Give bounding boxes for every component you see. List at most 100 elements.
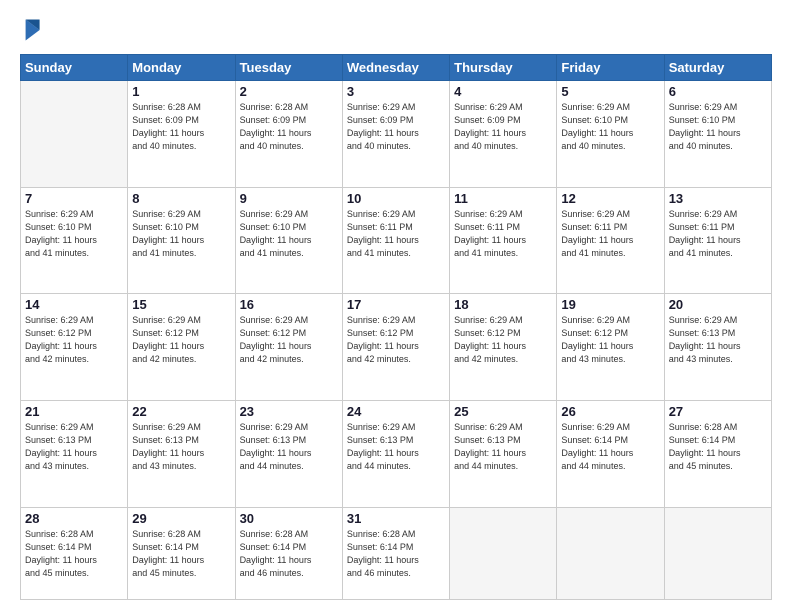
calendar-week-row: 7 Sunrise: 6:29 AMSunset: 6:10 PMDaylight… [21, 187, 772, 294]
day-number: 9 [240, 191, 338, 206]
calendar-cell: 25Sunrise: 6:29 AMSunset: 6:13 PMDayligh… [450, 400, 557, 507]
day-number: 5 [561, 84, 659, 99]
calendar-cell: 1 Sunrise: 6:28 AMSunset: 6:09 PMDaylight… [128, 81, 235, 188]
day-info: Sunrise: 6:29 AMSunset: 6:10 PMDaylight:… [25, 208, 123, 260]
day-number: 1 [132, 84, 230, 99]
calendar-cell: 27Sunrise: 6:28 AMSunset: 6:14 PMDayligh… [664, 400, 771, 507]
day-number: 19 [561, 297, 659, 312]
calendar-body: 1 Sunrise: 6:28 AMSunset: 6:09 PMDaylight… [21, 81, 772, 600]
day-info: Sunrise: 6:29 AMSunset: 6:12 PMDaylight:… [25, 314, 123, 366]
day-number: 17 [347, 297, 445, 312]
calendar-cell: 14 Sunrise: 6:29 AMSunset: 6:12 PMDayligh… [21, 294, 128, 401]
day-number: 26 [561, 404, 659, 419]
day-number: 12 [561, 191, 659, 206]
header [20, 16, 772, 44]
calendar-cell: 7 Sunrise: 6:29 AMSunset: 6:10 PMDaylight… [21, 187, 128, 294]
calendar-cell: 15 Sunrise: 6:29 AMSunset: 6:12 PMDayligh… [128, 294, 235, 401]
day-info: Sunrise: 6:29 AMSunset: 6:10 PMDaylight:… [669, 101, 767, 153]
calendar-cell: 9 Sunrise: 6:29 AMSunset: 6:10 PMDaylight… [235, 187, 342, 294]
calendar-cell: 22Sunrise: 6:29 AMSunset: 6:13 PMDayligh… [128, 400, 235, 507]
day-info: Sunrise: 6:28 AMSunset: 6:14 PMDaylight:… [132, 528, 230, 580]
day-info: Sunrise: 6:29 AMSunset: 6:11 PMDaylight:… [454, 208, 552, 260]
day-info: Sunrise: 6:29 AMSunset: 6:13 PMDaylight:… [132, 421, 230, 473]
day-info: Sunrise: 6:29 AMSunset: 6:11 PMDaylight:… [669, 208, 767, 260]
calendar-cell: 28 Sunrise: 6:28 AMSunset: 6:14 PMDayligh… [21, 507, 128, 599]
day-info: Sunrise: 6:28 AMSunset: 6:14 PMDaylight:… [25, 528, 123, 580]
day-number: 14 [25, 297, 123, 312]
day-number: 2 [240, 84, 338, 99]
day-info: Sunrise: 6:29 AMSunset: 6:12 PMDaylight:… [347, 314, 445, 366]
day-number: 30 [240, 511, 338, 526]
day-info: Sunrise: 6:29 AMSunset: 6:10 PMDaylight:… [240, 208, 338, 260]
day-header: Wednesday [342, 55, 449, 81]
day-info: Sunrise: 6:28 AMSunset: 6:14 PMDaylight:… [669, 421, 767, 473]
calendar-week-row: 1 Sunrise: 6:28 AMSunset: 6:09 PMDaylight… [21, 81, 772, 188]
day-header: Thursday [450, 55, 557, 81]
calendar-cell: 5Sunrise: 6:29 AMSunset: 6:10 PMDaylight… [557, 81, 664, 188]
calendar-cell: 21 Sunrise: 6:29 AMSunset: 6:13 PMDayligh… [21, 400, 128, 507]
calendar-cell [21, 81, 128, 188]
day-info: Sunrise: 6:29 AMSunset: 6:13 PMDaylight:… [669, 314, 767, 366]
day-info: Sunrise: 6:29 AMSunset: 6:10 PMDaylight:… [132, 208, 230, 260]
calendar-cell: 17 Sunrise: 6:29 AMSunset: 6:12 PMDayligh… [342, 294, 449, 401]
calendar-cell: 6 Sunrise: 6:29 AMSunset: 6:10 PMDaylight… [664, 81, 771, 188]
day-info: Sunrise: 6:28 AMSunset: 6:09 PMDaylight:… [240, 101, 338, 153]
day-number: 21 [25, 404, 123, 419]
day-info: Sunrise: 6:29 AMSunset: 6:13 PMDaylight:… [25, 421, 123, 473]
day-header: Saturday [664, 55, 771, 81]
logo-icon [20, 16, 48, 44]
day-number: 8 [132, 191, 230, 206]
calendar-cell: 30 Sunrise: 6:28 AMSunset: 6:14 PMDayligh… [235, 507, 342, 599]
day-header: Monday [128, 55, 235, 81]
page: SundayMondayTuesdayWednesdayThursdayFrid… [0, 0, 792, 612]
day-number: 4 [454, 84, 552, 99]
day-info: Sunrise: 6:29 AMSunset: 6:12 PMDaylight:… [132, 314, 230, 366]
calendar-week-row: 21 Sunrise: 6:29 AMSunset: 6:13 PMDayligh… [21, 400, 772, 507]
day-info: Sunrise: 6:29 AMSunset: 6:09 PMDaylight:… [347, 101, 445, 153]
day-info: Sunrise: 6:29 AMSunset: 6:12 PMDaylight:… [454, 314, 552, 366]
day-info: Sunrise: 6:29 AMSunset: 6:13 PMDaylight:… [240, 421, 338, 473]
calendar-cell: 12 Sunrise: 6:29 AMSunset: 6:11 PMDayligh… [557, 187, 664, 294]
calendar-cell: 20 Sunrise: 6:29 AMSunset: 6:13 PMDayligh… [664, 294, 771, 401]
day-info: Sunrise: 6:29 AMSunset: 6:11 PMDaylight:… [561, 208, 659, 260]
calendar-cell: 19 Sunrise: 6:29 AMSunset: 6:12 PMDayligh… [557, 294, 664, 401]
day-number: 6 [669, 84, 767, 99]
calendar-cell: 23Sunrise: 6:29 AMSunset: 6:13 PMDayligh… [235, 400, 342, 507]
day-number: 20 [669, 297, 767, 312]
day-info: Sunrise: 6:29 AMSunset: 6:12 PMDaylight:… [561, 314, 659, 366]
calendar: SundayMondayTuesdayWednesdayThursdayFrid… [20, 54, 772, 600]
day-info: Sunrise: 6:28 AMSunset: 6:14 PMDaylight:… [240, 528, 338, 580]
day-number: 11 [454, 191, 552, 206]
day-info: Sunrise: 6:29 AMSunset: 6:13 PMDaylight:… [454, 421, 552, 473]
calendar-header-row: SundayMondayTuesdayWednesdayThursdayFrid… [21, 55, 772, 81]
day-info: Sunrise: 6:28 AMSunset: 6:09 PMDaylight:… [132, 101, 230, 153]
day-info: Sunrise: 6:29 AMSunset: 6:13 PMDaylight:… [347, 421, 445, 473]
day-number: 29 [132, 511, 230, 526]
day-number: 28 [25, 511, 123, 526]
calendar-cell: 18 Sunrise: 6:29 AMSunset: 6:12 PMDayligh… [450, 294, 557, 401]
day-number: 13 [669, 191, 767, 206]
calendar-cell [450, 507, 557, 599]
day-number: 16 [240, 297, 338, 312]
day-number: 7 [25, 191, 123, 206]
day-number: 31 [347, 511, 445, 526]
calendar-cell: 4 Sunrise: 6:29 AMSunset: 6:09 PMDaylight… [450, 81, 557, 188]
calendar-cell: 2 Sunrise: 6:28 AMSunset: 6:09 PMDaylight… [235, 81, 342, 188]
day-number: 18 [454, 297, 552, 312]
day-info: Sunrise: 6:29 AMSunset: 6:09 PMDaylight:… [454, 101, 552, 153]
calendar-cell [664, 507, 771, 599]
calendar-cell: 13 Sunrise: 6:29 AMSunset: 6:11 PMDayligh… [664, 187, 771, 294]
calendar-cell: 31Sunrise: 6:28 AMSunset: 6:14 PMDayligh… [342, 507, 449, 599]
day-number: 10 [347, 191, 445, 206]
day-number: 3 [347, 84, 445, 99]
calendar-cell: 10Sunrise: 6:29 AMSunset: 6:11 PMDayligh… [342, 187, 449, 294]
day-info: Sunrise: 6:29 AMSunset: 6:12 PMDaylight:… [240, 314, 338, 366]
calendar-cell: 24Sunrise: 6:29 AMSunset: 6:13 PMDayligh… [342, 400, 449, 507]
calendar-week-row: 28 Sunrise: 6:28 AMSunset: 6:14 PMDayligh… [21, 507, 772, 599]
day-header: Sunday [21, 55, 128, 81]
calendar-cell: 26Sunrise: 6:29 AMSunset: 6:14 PMDayligh… [557, 400, 664, 507]
calendar-cell [557, 507, 664, 599]
logo [20, 16, 50, 44]
day-number: 15 [132, 297, 230, 312]
day-header: Friday [557, 55, 664, 81]
